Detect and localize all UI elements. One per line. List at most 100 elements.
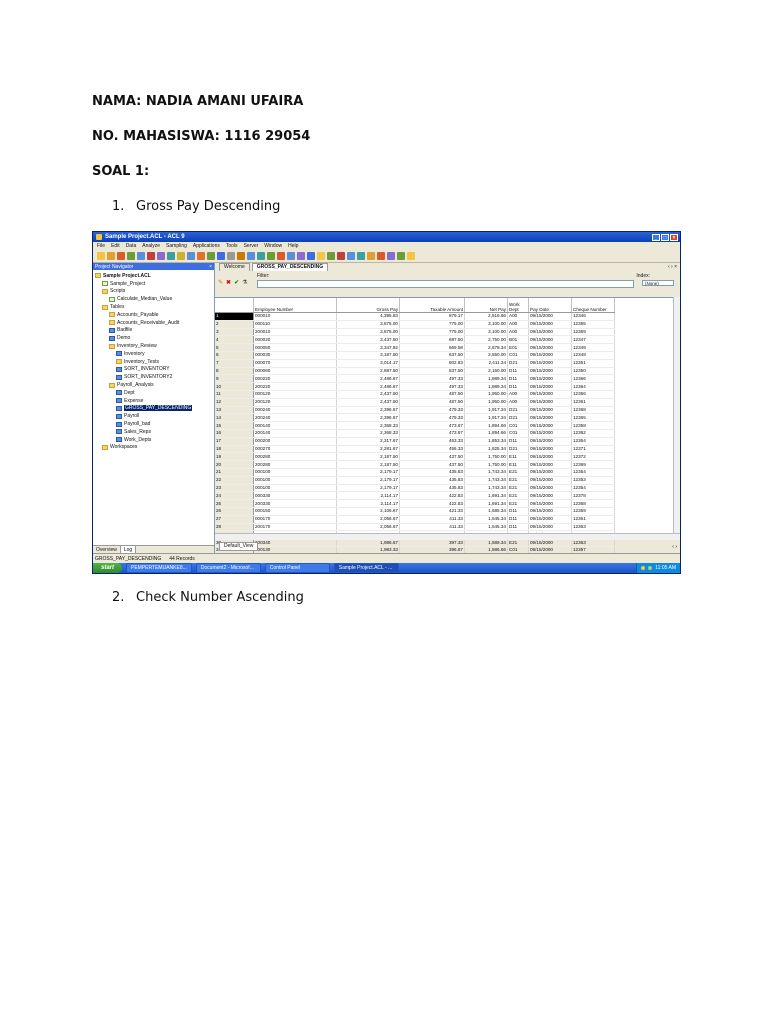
tree-item[interactable]: Inventory_Review <box>95 342 214 350</box>
table-cell[interactable]: 200010 <box>253 328 337 337</box>
navigator-close-icon[interactable]: × <box>209 264 214 270</box>
vertical-scrollbar[interactable] <box>673 297 680 534</box>
toolbar-button-icon[interactable] <box>187 252 195 260</box>
table-cell[interactable]: 3,100.00 <box>464 320 508 329</box>
table-cell[interactable]: 12346 <box>571 312 615 321</box>
toolbar-button-icon[interactable] <box>207 252 215 260</box>
table-cell[interactable]: 3,187.50 <box>336 351 400 360</box>
table-cell[interactable]: 09/15/2000 <box>528 484 572 493</box>
table-cell[interactable]: C01 <box>507 421 529 430</box>
toolbar-button-icon[interactable] <box>117 252 125 260</box>
table-cell[interactable]: 200170 <box>253 523 337 532</box>
table-cell[interactable]: 422.83 <box>399 491 465 501</box>
tree-item[interactable]: GROSS_PAY_DESCENDING <box>95 405 214 413</box>
table-cell[interactable]: 473.67 <box>399 429 465 438</box>
table-cell[interactable]: 3,100.00 <box>464 328 508 337</box>
table-cell[interactable]: 1,825.34 <box>464 445 508 454</box>
table-cell[interactable]: E21 <box>507 484 529 493</box>
menu-item-window[interactable]: Window <box>264 243 282 249</box>
tree-item[interactable]: Tables <box>95 303 214 311</box>
table-cell[interactable]: D11 <box>507 515 529 524</box>
tree-item[interactable]: Demo <box>95 334 214 342</box>
table-cell[interactable]: 1,894.66 <box>464 421 508 430</box>
table-cell[interactable]: 09/15/2000 <box>528 452 572 462</box>
toolbar-button-icon[interactable] <box>147 252 155 260</box>
table-cell[interactable]: 2,056.67 <box>336 523 400 532</box>
table-row[interactable]: 17 000200 2,317.67 463.33 1,853.34 D11 09/15/2… <box>215 437 615 446</box>
tray-icon[interactable] <box>641 566 646 570</box>
tree-item[interactable]: SORT_INVENTORY <box>95 366 214 374</box>
menu-item-applications[interactable]: Applications <box>193 243 220 249</box>
table-cell[interactable]: 12365 <box>571 413 615 423</box>
column-header[interactable]: Net Pay <box>464 298 508 313</box>
table-cell[interactable]: 602.83 <box>399 359 465 368</box>
table-cell[interactable]: 000070 <box>253 359 337 368</box>
table-cell[interactable]: 2,114.17 <box>336 491 400 501</box>
table-cell[interactable]: 437.50 <box>399 452 465 462</box>
table-cell[interactable]: 775.00 <box>399 328 465 337</box>
table-cell[interactable]: 12362 <box>571 429 615 438</box>
menu-item-server[interactable]: Server <box>244 243 259 249</box>
tab-default-view[interactable]: Default_View <box>219 542 259 551</box>
column-header[interactable]: Cheque Number <box>571 298 615 313</box>
tree-item[interactable]: Work_Depts <box>95 436 214 444</box>
tab-nav-arrows-icon[interactable]: ‹ › × <box>668 264 680 270</box>
tree-item[interactable]: Accounts_Receivable_Audit <box>95 319 214 327</box>
table-row[interactable]: 14 200240 2,396.67 479.33 1,917.34 D21 09/15/2… <box>215 413 615 423</box>
table-cell[interactable]: 2,486.67 <box>336 382 400 391</box>
table-cell[interactable]: 09/15/2000 <box>528 429 572 438</box>
toolbar-button-icon[interactable] <box>297 252 305 260</box>
table-cell[interactable]: 000200 <box>253 437 337 446</box>
table-cell[interactable]: E21 <box>507 476 529 485</box>
table-cell[interactable]: 637.50 <box>399 351 465 360</box>
table-cell[interactable]: 09/15/2000 <box>528 476 572 485</box>
table-cell[interactable]: 12359 <box>571 507 615 516</box>
table-row[interactable]: 18 000270 2,281.67 456.33 1,825.34 D21 09/15/2… <box>215 445 615 454</box>
table-cell[interactable]: 09/15/2000 <box>528 468 572 477</box>
table-cell[interactable]: 1,691.34 <box>464 491 508 501</box>
table-cell[interactable]: 2,187.50 <box>336 452 400 462</box>
table-cell[interactable]: 09/15/2000 <box>528 320 572 329</box>
table-cell[interactable]: 2,179.17 <box>336 484 400 493</box>
table-cell[interactable]: 12355 <box>571 320 615 329</box>
table-cell[interactable]: 200280 <box>253 460 337 469</box>
table-cell[interactable]: D21 <box>507 413 529 423</box>
table-cell[interactable]: 3,014.17 <box>336 359 400 368</box>
table-cell[interactable]: 000110 <box>253 320 337 329</box>
table-cell[interactable]: 09/15/2000 <box>528 515 572 524</box>
toolbar-button-icon[interactable] <box>167 252 175 260</box>
table-cell[interactable]: 09/15/2000 <box>528 351 572 360</box>
table-cell[interactable]: 09/15/2000 <box>528 507 572 516</box>
tray-icon[interactable] <box>648 566 653 570</box>
table-row[interactable]: 2 000110 3,875.00 775.00 3,100.00 A00 09/15/20… <box>215 320 615 329</box>
table-cell[interactable]: 435.83 <box>399 484 465 493</box>
table-row[interactable]: 15 000140 2,368.33 473.67 1,894.66 C01 09/15/2… <box>215 421 615 430</box>
toolbar-button-icon[interactable] <box>327 252 335 260</box>
table-cell[interactable]: 537.50 <box>399 367 465 376</box>
tree-item[interactable]: Workspaces <box>95 444 214 452</box>
table-cell[interactable]: 12369 <box>571 328 615 337</box>
toolbar-button-icon[interactable] <box>397 252 405 260</box>
table-cell[interactable]: 200140 <box>253 429 337 438</box>
table-cell[interactable]: 2,750.00 <box>464 335 508 345</box>
tree-item[interactable]: SORT_INVENTORY2 <box>95 373 214 381</box>
table-cell[interactable]: 2,411.34 <box>464 359 508 368</box>
table-row[interactable]: 23 000100 2,179.17 435.83 1,743.34 E21 09/15/2… <box>215 484 615 493</box>
toolbar-button-icon[interactable] <box>257 252 265 260</box>
table-cell[interactable]: 09/15/2000 <box>528 398 572 407</box>
table-cell[interactable]: 09/15/2000 <box>528 343 572 352</box>
table-cell[interactable]: 200220 <box>253 382 337 391</box>
table-cell[interactable]: 12351 <box>571 359 615 368</box>
toolbar-button-icon[interactable] <box>157 252 165 260</box>
table-cell[interactable]: D11 <box>507 437 529 446</box>
toolbar-button-icon[interactable] <box>277 252 285 260</box>
table-cell[interactable]: 3,875.00 <box>336 320 400 329</box>
table-cell[interactable]: 1,743.34 <box>464 484 508 493</box>
table-cell[interactable]: A00 <box>507 328 529 337</box>
table-cell[interactable]: 775.00 <box>399 320 465 329</box>
table-cell[interactable]: 12369 <box>571 460 615 469</box>
table-cell[interactable]: 200240 <box>253 413 337 423</box>
table-cell[interactable]: 12350 <box>571 367 615 376</box>
table-cell[interactable]: 09/15/2000 <box>528 390 572 399</box>
table-cell[interactable]: 1,853.34 <box>464 437 508 446</box>
